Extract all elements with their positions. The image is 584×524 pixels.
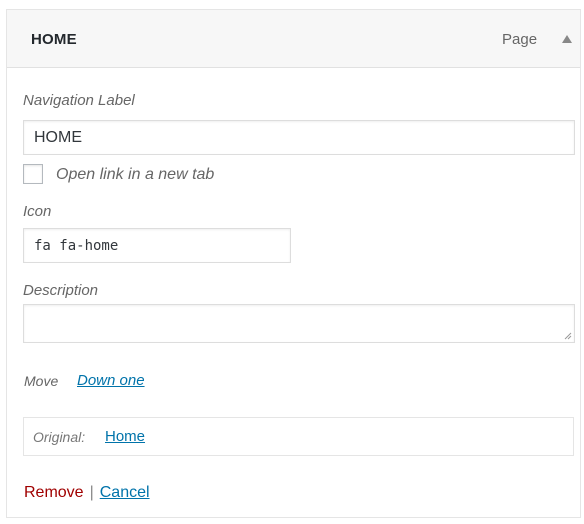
open-new-tab-label: Open link in a new tab <box>56 166 215 183</box>
collapse-toggle-button[interactable] <box>559 29 575 49</box>
item-actions: Remove | Cancel <box>24 484 150 502</box>
menu-item-panel: HOME Page Navigation Label Open link in … <box>6 9 581 518</box>
original-label: Original: <box>33 429 86 445</box>
actions-separator: | <box>89 484 94 501</box>
description-caption: Description <box>23 282 99 299</box>
resize-grip-icon[interactable] <box>564 332 572 340</box>
cancel-link[interactable]: Cancel <box>100 484 150 501</box>
navigation-label-caption: Navigation Label <box>23 92 135 109</box>
menu-item-title: HOME <box>31 31 77 48</box>
menu-item-type: Page <box>502 31 538 48</box>
original-home-link[interactable]: Home <box>105 428 145 445</box>
original-item-box: Original: Home <box>23 417 574 456</box>
navigation-label-input[interactable] <box>23 120 575 155</box>
menu-item-header[interactable]: HOME Page <box>7 10 580 68</box>
move-label: Move <box>24 373 59 389</box>
icon-caption: Icon <box>23 203 52 220</box>
triangle-up-icon <box>562 35 572 43</box>
icon-input[interactable] <box>23 228 291 263</box>
open-new-tab-checkbox[interactable] <box>23 164 43 184</box>
remove-link[interactable]: Remove <box>24 484 84 501</box>
move-down-one-link[interactable]: Down one <box>77 372 145 389</box>
description-textarea[interactable] <box>23 304 575 343</box>
